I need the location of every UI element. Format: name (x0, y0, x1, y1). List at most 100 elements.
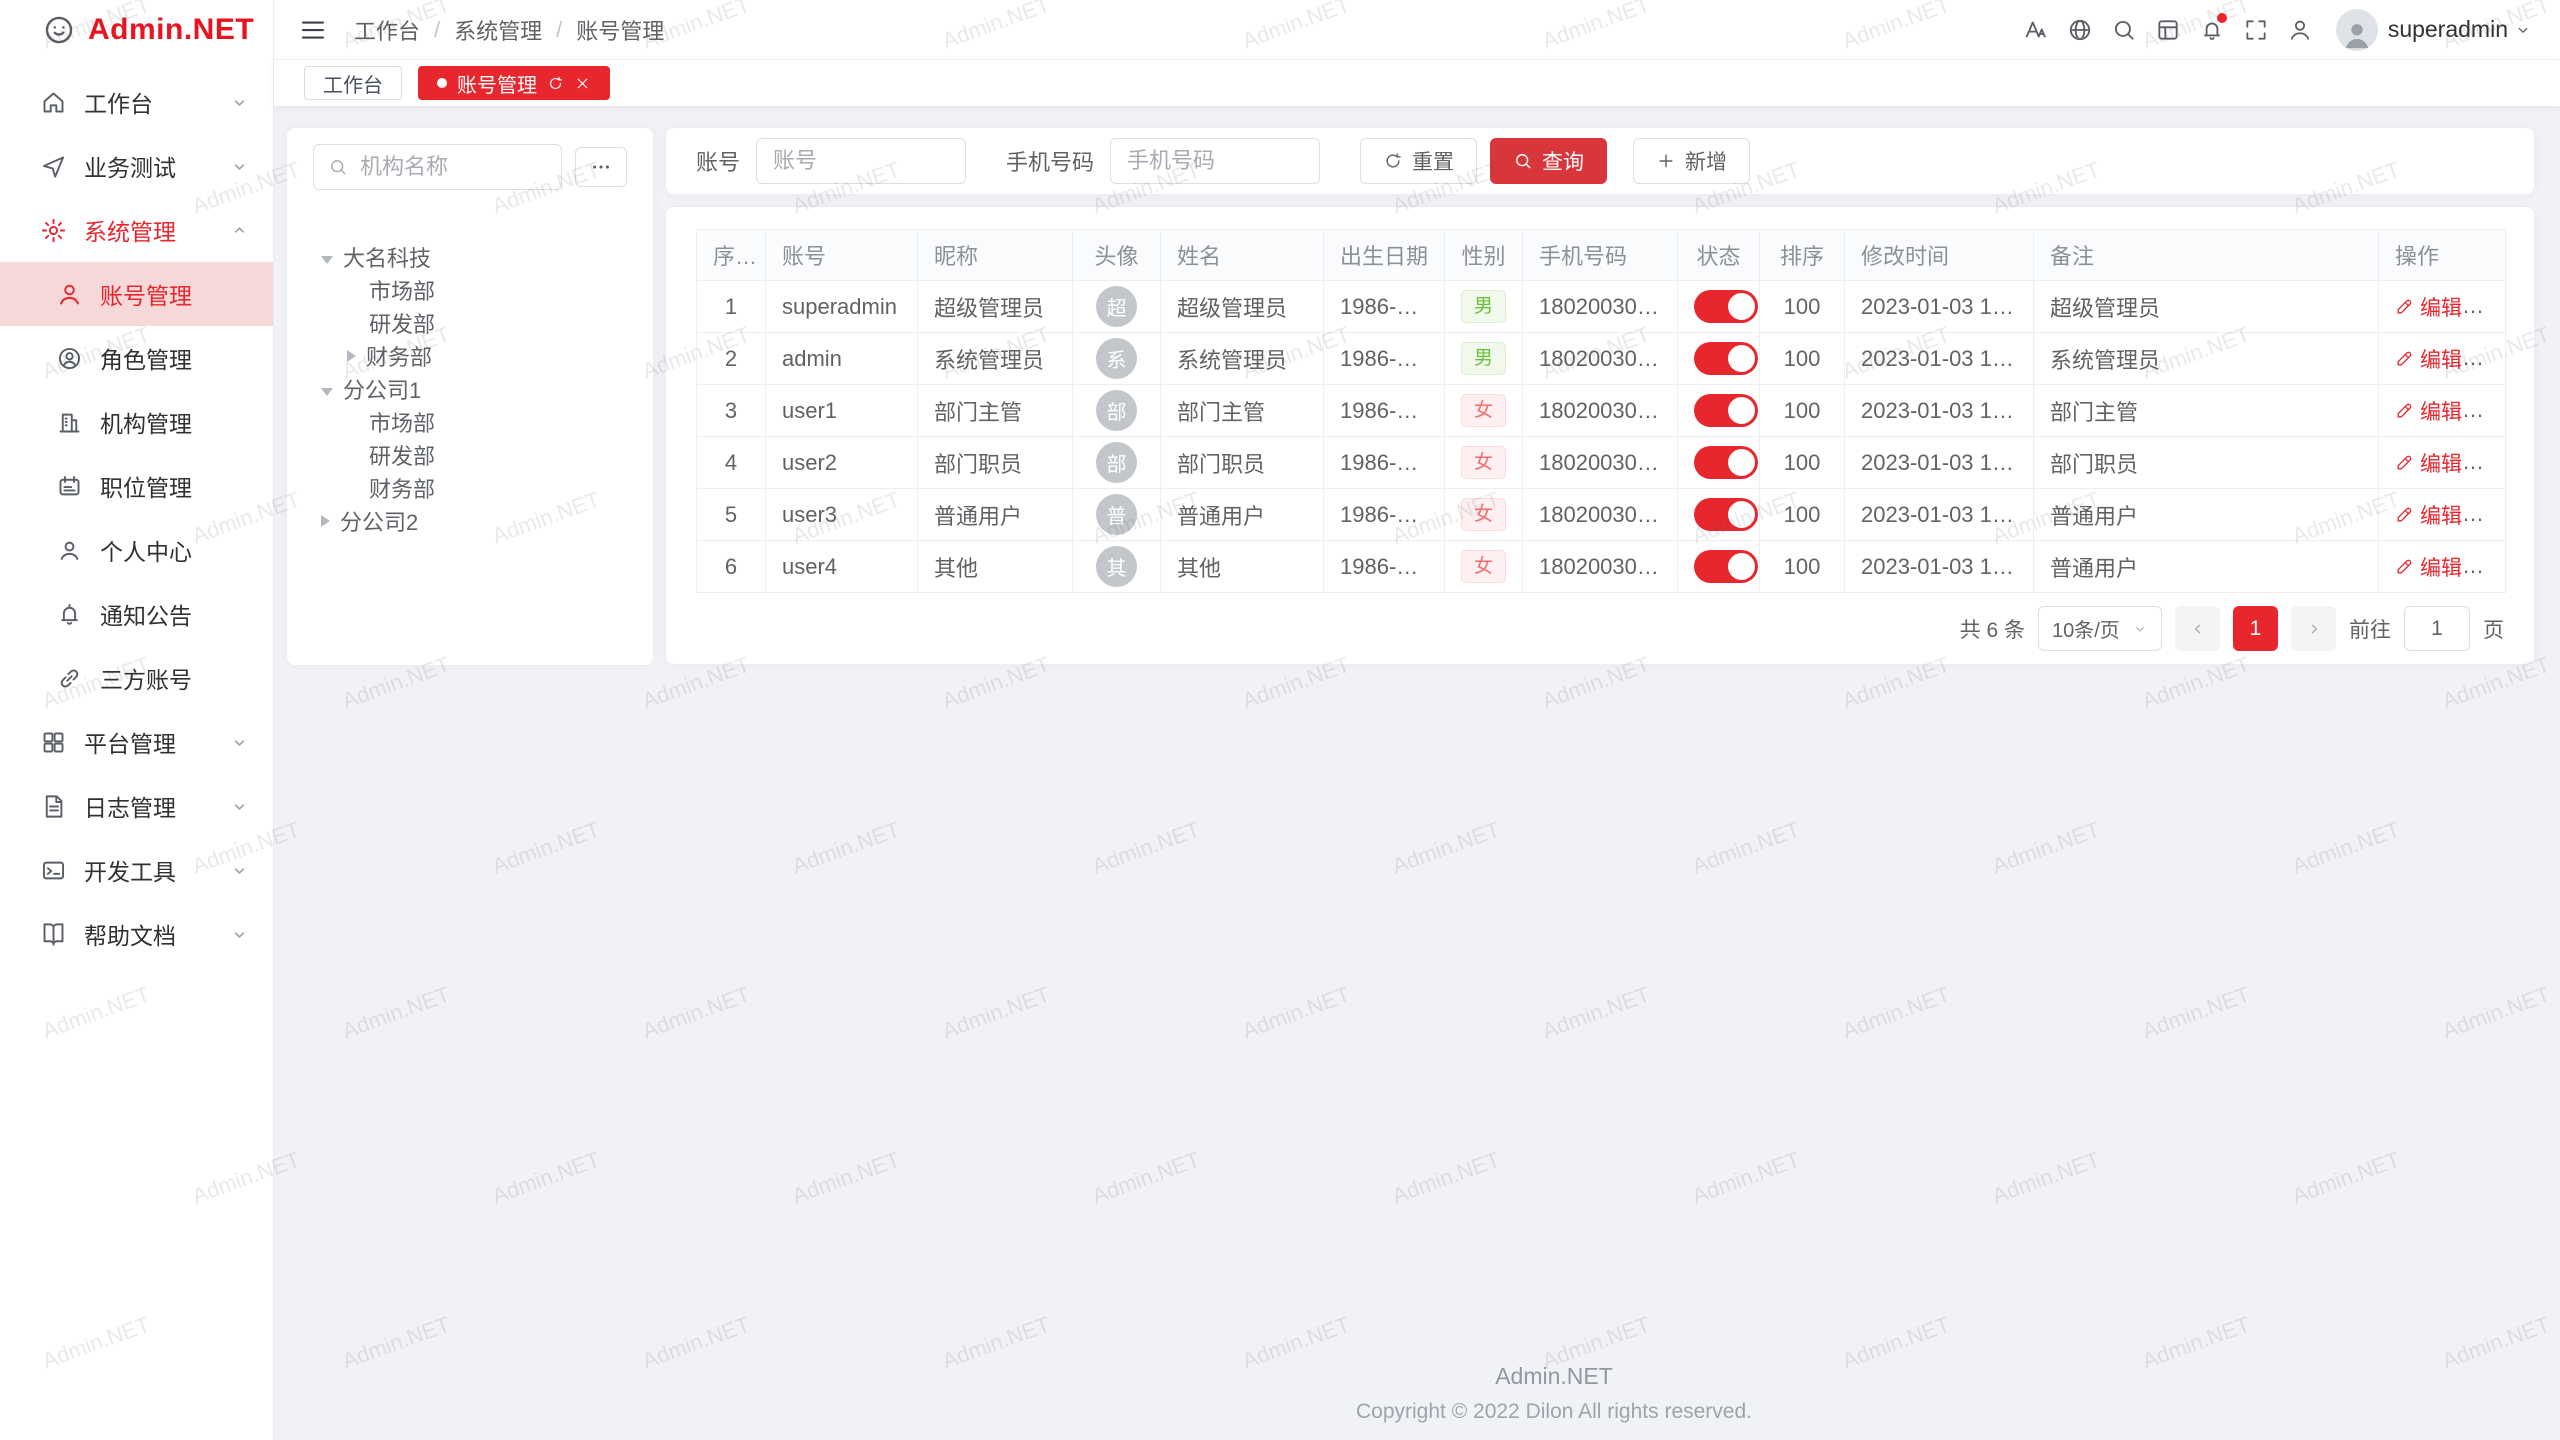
page-size-select[interactable]: 10条/页 (2038, 606, 2162, 651)
column-header: 备注 (2034, 230, 2379, 281)
locale-globe-icon[interactable] (2058, 8, 2102, 52)
status-toggle[interactable] (1694, 446, 1758, 479)
tree-node[interactable]: 财务部 (313, 339, 627, 372)
cell-nickname: 部门职员 (918, 437, 1073, 489)
chevron-down-icon (230, 157, 249, 176)
column-header: 操作 (2379, 230, 2506, 281)
sidebar-item-role-management[interactable]: 角色管理 (0, 326, 273, 390)
document-icon (40, 793, 67, 820)
chevron-down-icon[interactable] (2514, 21, 2532, 39)
tree-node[interactable]: 大名科技 (313, 240, 627, 273)
avatar-text: 部 (1107, 448, 1127, 477)
status-toggle[interactable] (1694, 550, 1758, 583)
tree-node[interactable]: 分公司1 (313, 372, 627, 405)
avatar-text: 普 (1107, 500, 1127, 529)
cell-birthdate: 1986-06-28 (1324, 541, 1445, 593)
notification-bell-icon[interactable] (2190, 8, 2234, 52)
cell-order: 100 (1760, 437, 1845, 489)
sidebar-item-platform-management[interactable]: 平台管理 (0, 710, 273, 774)
cell-index: 5 (697, 489, 766, 541)
edit-button[interactable]: 编辑 (2395, 552, 2462, 582)
sidebar-item-system-management[interactable]: 系统管理 (0, 198, 273, 262)
sidebar-item-account-management[interactable]: 账号管理 (0, 262, 273, 326)
status-toggle[interactable] (1694, 290, 1758, 323)
tree-node[interactable]: 市场部 (313, 273, 627, 306)
cell-remark: 普通用户 (2034, 541, 2379, 593)
status-toggle[interactable] (1694, 342, 1758, 375)
sidebar-item-label: 业务测试 (84, 149, 230, 183)
profile-icon[interactable] (2278, 8, 2322, 52)
account-input[interactable] (771, 147, 951, 175)
sidebar-item-help-docs[interactable]: 帮助文档 (0, 902, 273, 966)
caret-right-icon[interactable] (321, 515, 330, 527)
goto-page-input[interactable] (2404, 606, 2470, 651)
prev-page-button[interactable] (2175, 606, 2220, 651)
org-search-input[interactable] (358, 153, 547, 181)
edit-button[interactable]: 编辑 (2395, 500, 2462, 530)
org-tree-panel: 大名科技 市场部 研发部 财务部 分公司1 市场部 研发部 财务部 分公司2 (287, 128, 653, 665)
sidebar-item-business-test[interactable]: 业务测试 (0, 134, 273, 198)
sidebar-item-personal-center[interactable]: 个人中心 (0, 518, 273, 582)
phone-input[interactable] (1125, 147, 1305, 175)
account-label: 账号 (696, 145, 740, 177)
reset-button[interactable]: 重置 (1360, 138, 1477, 184)
sidebar-item-log-management[interactable]: 日志管理 (0, 774, 273, 838)
status-toggle[interactable] (1694, 394, 1758, 427)
breadcrumb-separator: / (556, 17, 562, 43)
phone-field (1110, 138, 1320, 184)
user-avatar[interactable] (2336, 9, 2378, 51)
avatar: 普 (1096, 494, 1137, 535)
fullscreen-icon[interactable] (2234, 8, 2278, 52)
tree-more-button[interactable] (575, 147, 627, 187)
refresh-icon (1383, 151, 1403, 171)
edit-button[interactable]: 编辑 (2395, 448, 2462, 478)
sidebar-item-workbench[interactable]: 工作台 (0, 70, 273, 134)
search-icon[interactable] (2102, 8, 2146, 52)
caret-down-icon[interactable] (321, 388, 333, 396)
edit-button[interactable]: 编辑 (2395, 292, 2462, 322)
notification-badge (2217, 13, 2227, 23)
tree-node[interactable]: 分公司2 (313, 504, 627, 537)
current-page-button[interactable]: 1 (2233, 606, 2278, 651)
tree-node[interactable]: 研发部 (313, 438, 627, 471)
sidebar-item-third-party-account[interactable]: 三方账号 (0, 646, 273, 710)
hamburger-menu-icon[interactable] (298, 15, 328, 45)
link-icon (56, 665, 83, 692)
tree-node-label: 研发部 (369, 439, 435, 471)
edit-button[interactable]: 编辑 (2395, 344, 2462, 374)
cell-nickname: 系统管理员 (918, 333, 1073, 385)
font-size-icon[interactable] (2014, 8, 2058, 52)
tree-node-label: 分公司2 (340, 505, 418, 537)
sidebar-item-dev-tools[interactable]: 开发工具 (0, 838, 273, 902)
refresh-icon[interactable] (547, 75, 564, 92)
next-page-button[interactable] (2291, 606, 2336, 651)
sidebar-item-label: 账号管理 (100, 277, 249, 311)
avatar-text: 部 (1107, 396, 1127, 425)
close-icon[interactable] (574, 75, 591, 92)
caret-right-icon[interactable] (347, 350, 356, 362)
tree-node[interactable]: 研发部 (313, 306, 627, 339)
tree-node[interactable]: 市场部 (313, 405, 627, 438)
caret-down-icon[interactable] (321, 256, 333, 264)
send-icon (40, 153, 67, 180)
username[interactable]: superadmin (2388, 16, 2508, 43)
toggle-knob (1728, 345, 1755, 372)
search-button[interactable]: 查询 (1490, 138, 1607, 184)
status-toggle[interactable] (1694, 498, 1758, 531)
tab-workbench[interactable]: 工作台 (304, 66, 402, 100)
add-button[interactable]: 新增 (1633, 138, 1750, 184)
column-header: 排序 (1760, 230, 1845, 281)
layout-settings-icon[interactable] (2146, 8, 2190, 52)
edit-button[interactable]: 编辑 (2395, 396, 2462, 426)
app-logo[interactable]: Admin.NET (0, 0, 273, 60)
breadcrumb-item[interactable]: 工作台 (354, 14, 420, 46)
sidebar-item-label: 帮助文档 (84, 917, 230, 951)
sidebar-item-notice[interactable]: 通知公告 (0, 582, 273, 646)
sidebar-item-position-management[interactable]: 职位管理 (0, 454, 273, 518)
sidebar-item-org-management[interactable]: 机构管理 (0, 390, 273, 454)
tree-node-label: 市场部 (369, 406, 435, 438)
tab-account-management[interactable]: 账号管理 (418, 66, 610, 100)
breadcrumb-item[interactable]: 系统管理 (454, 14, 542, 46)
breadcrumb-item[interactable]: 账号管理 (576, 14, 664, 46)
tree-node[interactable]: 财务部 (313, 471, 627, 504)
